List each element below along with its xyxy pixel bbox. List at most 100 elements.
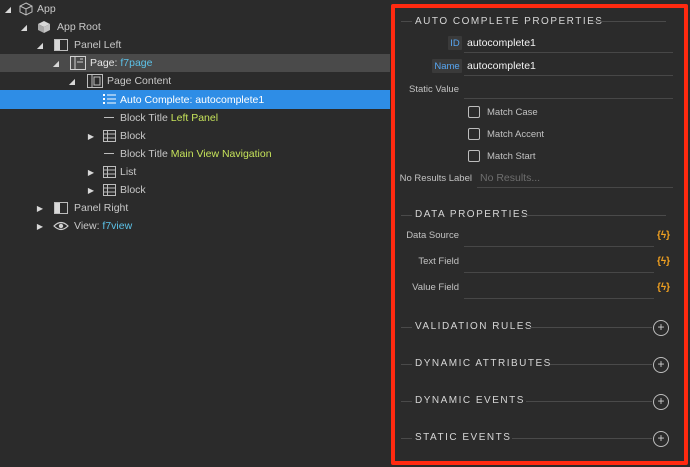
section-divider [401, 401, 412, 402]
section-title-static-events: STATIC EVENTS [415, 432, 512, 443]
field-underline [464, 52, 673, 53]
field-underline [464, 298, 654, 299]
section-divider [590, 21, 666, 22]
section-title-validation-rules: VALIDATION RULES [415, 321, 534, 332]
tree-item-block[interactable]: ▶ Block [0, 127, 390, 145]
tree-label: Panel Right [74, 202, 129, 214]
id-field[interactable]: autocomplete1 [467, 37, 536, 49]
tree-label: App [37, 3, 56, 15]
section-title-data-properties: DATA PROPERTIES [415, 209, 530, 220]
section-divider [401, 364, 412, 365]
section-divider [526, 401, 652, 402]
component-tree: ◢ App ◢ App Root ◢ Panel Left ◢ Page: f7… [0, 0, 390, 467]
section-divider [401, 438, 412, 439]
properties-panel: AUTO COMPLETE PROPERTIES ID autocomplete… [390, 0, 690, 467]
dash-icon [104, 153, 114, 155]
tree-item-block-title-left-panel[interactable]: Block Title Left Panel [0, 109, 390, 127]
add-dynamic-event-plus-icon[interactable]: + [653, 394, 669, 410]
value-field-label: Value Field [412, 282, 459, 293]
section-divider [401, 215, 412, 216]
field-underline [477, 187, 673, 188]
collapse-triangle-icon[interactable]: ◢ [19, 22, 29, 32]
tree-item-page[interactable]: ◢ Page: f7page [0, 54, 390, 72]
static-value-field[interactable] [467, 83, 672, 97]
tree-item-view[interactable]: ▶ View: f7view [0, 217, 390, 235]
collapse-triangle-icon[interactable]: ◢ [51, 58, 61, 68]
field-underline [464, 246, 654, 247]
tree-item-block-title-main-view[interactable]: Block Title Main View Navigation [0, 145, 390, 163]
section-divider [512, 438, 652, 439]
match-start-label: Match Start [487, 151, 536, 162]
expand-triangle-icon[interactable]: ▶ [35, 221, 45, 231]
section-title-autocomplete-properties: AUTO COMPLETE PROPERTIES [415, 16, 604, 27]
tree-label: Block Title Left Panel [120, 112, 218, 124]
panel-left-icon [54, 39, 68, 51]
table-icon [103, 130, 116, 142]
add-static-event-plus-icon[interactable]: + [653, 431, 669, 447]
tree-item-list[interactable]: ▶ List [0, 163, 390, 181]
tree-item-block[interactable]: ▶ Block [0, 181, 390, 199]
panel-right-icon [54, 202, 68, 214]
tree-label: Block [120, 184, 146, 196]
match-start-checkbox[interactable] [468, 150, 480, 162]
tree-label: View: f7view [74, 220, 132, 232]
tree-label: App Root [57, 21, 101, 33]
no-results-field[interactable]: No Results... [480, 172, 540, 184]
expand-triangle-icon[interactable]: ▶ [86, 131, 96, 141]
tree-label: Block [120, 130, 146, 142]
name-field[interactable]: autocomplete1 [467, 60, 536, 72]
section-title-dynamic-attributes: DYNAMIC ATTRIBUTES [415, 358, 552, 369]
tree-label: Auto Complete: autocomplete1 [120, 94, 264, 106]
collapse-triangle-icon[interactable]: ◢ [67, 76, 77, 86]
tree-item-page-content[interactable]: ◢ Page Content [0, 72, 390, 90]
tree-item-autocomplete[interactable]: Auto Complete: autocomplete1 [0, 90, 390, 109]
tree-prefix: Block Title [120, 112, 171, 124]
match-case-checkbox[interactable] [468, 106, 480, 118]
match-case-label: Match Case [487, 107, 538, 118]
expand-triangle-icon[interactable]: ▶ [86, 167, 96, 177]
section-divider [401, 21, 412, 22]
tree-label: Page: f7page [90, 57, 152, 69]
match-accent-checkbox[interactable] [468, 128, 480, 140]
expand-triangle-icon[interactable]: ▶ [35, 203, 45, 213]
tree-item-app[interactable]: ◢ App [0, 0, 390, 18]
eye-icon [53, 221, 69, 231]
data-binding-icon[interactable]: {ϟ} [657, 282, 670, 293]
expand-triangle-icon[interactable]: ▶ [86, 185, 96, 195]
data-binding-icon[interactable]: {ϟ} [657, 256, 670, 267]
tree-prefix: Page: [90, 57, 121, 69]
name-label: Name [432, 59, 462, 73]
table-icon [103, 184, 116, 196]
field-underline [464, 98, 673, 99]
id-label: ID [448, 36, 462, 50]
static-value-label: Static Value [409, 84, 459, 95]
add-dynamic-attribute-plus-icon[interactable]: + [653, 357, 669, 373]
cube-outline-icon [19, 2, 33, 16]
tree-label: Page Content [107, 75, 172, 87]
autocomplete-name: autocomplete1 [195, 93, 265, 106]
tree-item-panel-right[interactable]: ▶ Panel Right [0, 199, 390, 217]
cube-solid-icon [37, 20, 51, 34]
data-source-label: Data Source [406, 230, 459, 241]
section-divider [401, 327, 412, 328]
no-results-label: No Results Label [399, 173, 472, 184]
field-underline [464, 272, 654, 273]
match-accent-label: Match Accent [487, 129, 545, 140]
section-divider [530, 327, 652, 328]
tree-item-app-root[interactable]: ◢ App Root [0, 18, 390, 36]
view-name: f7view [102, 220, 133, 232]
tree-item-panel-left[interactable]: ◢ Panel Left [0, 36, 390, 54]
tree-prefix: View: [74, 220, 103, 232]
text-field-label: Text Field [418, 256, 459, 267]
tree-label: Block Title Main View Navigation [120, 148, 272, 160]
tree-prefix: Block Title [120, 148, 171, 160]
add-validation-rule-plus-icon[interactable]: + [653, 320, 669, 336]
block-title-text: Left Panel [170, 112, 219, 124]
page-content-icon [87, 74, 103, 88]
collapse-triangle-icon[interactable]: ◢ [35, 40, 45, 50]
page-name: f7page [120, 57, 153, 69]
data-binding-icon[interactable]: {ϟ} [657, 230, 670, 241]
dash-icon [104, 117, 114, 119]
collapse-triangle-icon[interactable]: ◢ [3, 4, 13, 14]
field-underline [464, 75, 673, 76]
